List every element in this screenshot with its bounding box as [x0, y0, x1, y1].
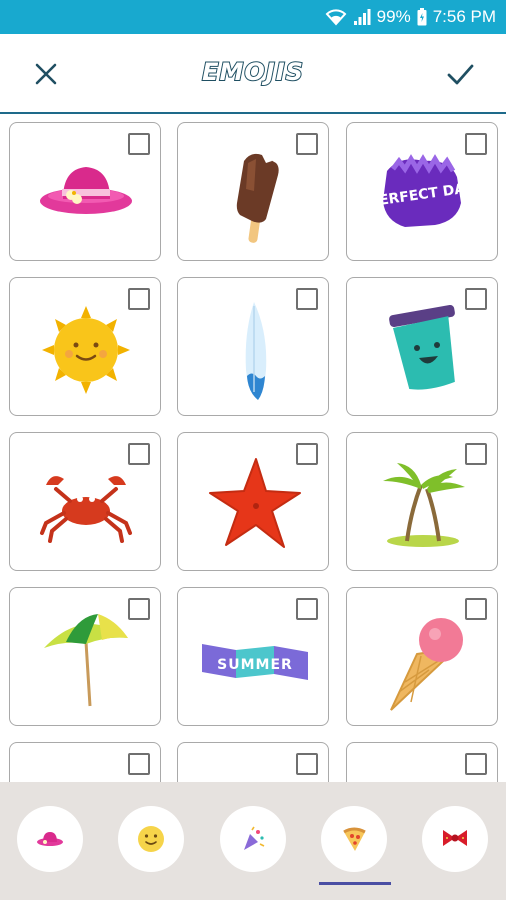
- ice-cream-bar-icon: [196, 141, 314, 246]
- clock: 7:56 PM: [432, 7, 496, 26]
- sticker-watermelon[interactable]: [9, 742, 161, 782]
- page-title: EMOJIS: [201, 57, 304, 87]
- checkbox[interactable]: [465, 288, 487, 310]
- tab-party[interactable]: [220, 806, 286, 872]
- sticker-perfect-day[interactable]: PERFECT DAY: [346, 122, 498, 261]
- checkbox[interactable]: [296, 598, 318, 620]
- checkbox[interactable]: [465, 598, 487, 620]
- selected-tab-indicator: [319, 882, 391, 885]
- crab-icon: [28, 451, 146, 556]
- sun-hat-icon: [28, 141, 146, 246]
- checkbox[interactable]: [296, 288, 318, 310]
- checkbox[interactable]: [128, 443, 150, 465]
- party-icon: [238, 824, 268, 854]
- sticker-surfboard[interactable]: [177, 277, 329, 416]
- summer-banner-text: SUMMER: [217, 657, 293, 673]
- checkbox[interactable]: [128, 753, 150, 775]
- checkbox[interactable]: [128, 133, 150, 155]
- category-tab-bar: [0, 782, 506, 900]
- tab-pizza[interactable]: [321, 806, 387, 872]
- sticker-coffee-cup[interactable]: [346, 277, 498, 416]
- checkbox[interactable]: [465, 133, 487, 155]
- checkbox[interactable]: [296, 133, 318, 155]
- sticker-starfish[interactable]: [177, 432, 329, 571]
- ice-cream-cone-icon: [365, 606, 483, 711]
- summer-banner-icon: SUMMER: [196, 606, 314, 711]
- sticker-swirl-cone[interactable]: [177, 742, 329, 782]
- coffee-cup-icon: [365, 296, 483, 401]
- perfect-day-icon: PERFECT DAY: [365, 141, 483, 246]
- tab-smiley[interactable]: [118, 806, 184, 872]
- checkbox[interactable]: [465, 443, 487, 465]
- smiley-icon: [136, 824, 166, 854]
- pizza-icon: [339, 824, 369, 854]
- battery-icon: [417, 8, 427, 26]
- sticker-yellow-umbrella[interactable]: [346, 742, 498, 782]
- tab-hat[interactable]: [17, 806, 83, 872]
- sticker-crab[interactable]: [9, 432, 161, 571]
- sticker-ice-cream-bar[interactable]: [177, 122, 329, 261]
- check-icon[interactable]: [444, 58, 476, 90]
- sun-icon: [28, 296, 146, 401]
- wifi-icon: [325, 8, 347, 26]
- palm-trees-icon: [365, 451, 483, 556]
- status-bar: 99% 7:56 PM: [0, 0, 506, 34]
- beach-umbrella-icon: [28, 606, 146, 711]
- sticker-palm-trees[interactable]: [346, 432, 498, 571]
- signal-icon: [353, 8, 371, 26]
- sticker-sun[interactable]: [9, 277, 161, 416]
- checkbox[interactable]: [128, 288, 150, 310]
- sticker-grid: PERFECT DAY SUMMER: [0, 114, 506, 782]
- surfboard-icon: [196, 296, 314, 401]
- hat-icon: [35, 829, 65, 849]
- starfish-icon: [196, 451, 314, 556]
- checkbox[interactable]: [296, 443, 318, 465]
- tab-bow[interactable]: [422, 806, 488, 872]
- bow-icon: [440, 827, 470, 851]
- checkbox[interactable]: [465, 753, 487, 775]
- checkbox[interactable]: [296, 753, 318, 775]
- sticker-summer-banner[interactable]: SUMMER: [177, 587, 329, 726]
- battery-percent: 99%: [376, 7, 411, 26]
- sticker-sun-hat[interactable]: [9, 122, 161, 261]
- sticker-ice-cream-cone[interactable]: [346, 587, 498, 726]
- app-bar: EMOJIS: [0, 34, 506, 114]
- checkbox[interactable]: [128, 598, 150, 620]
- sticker-beach-umbrella[interactable]: [9, 587, 161, 726]
